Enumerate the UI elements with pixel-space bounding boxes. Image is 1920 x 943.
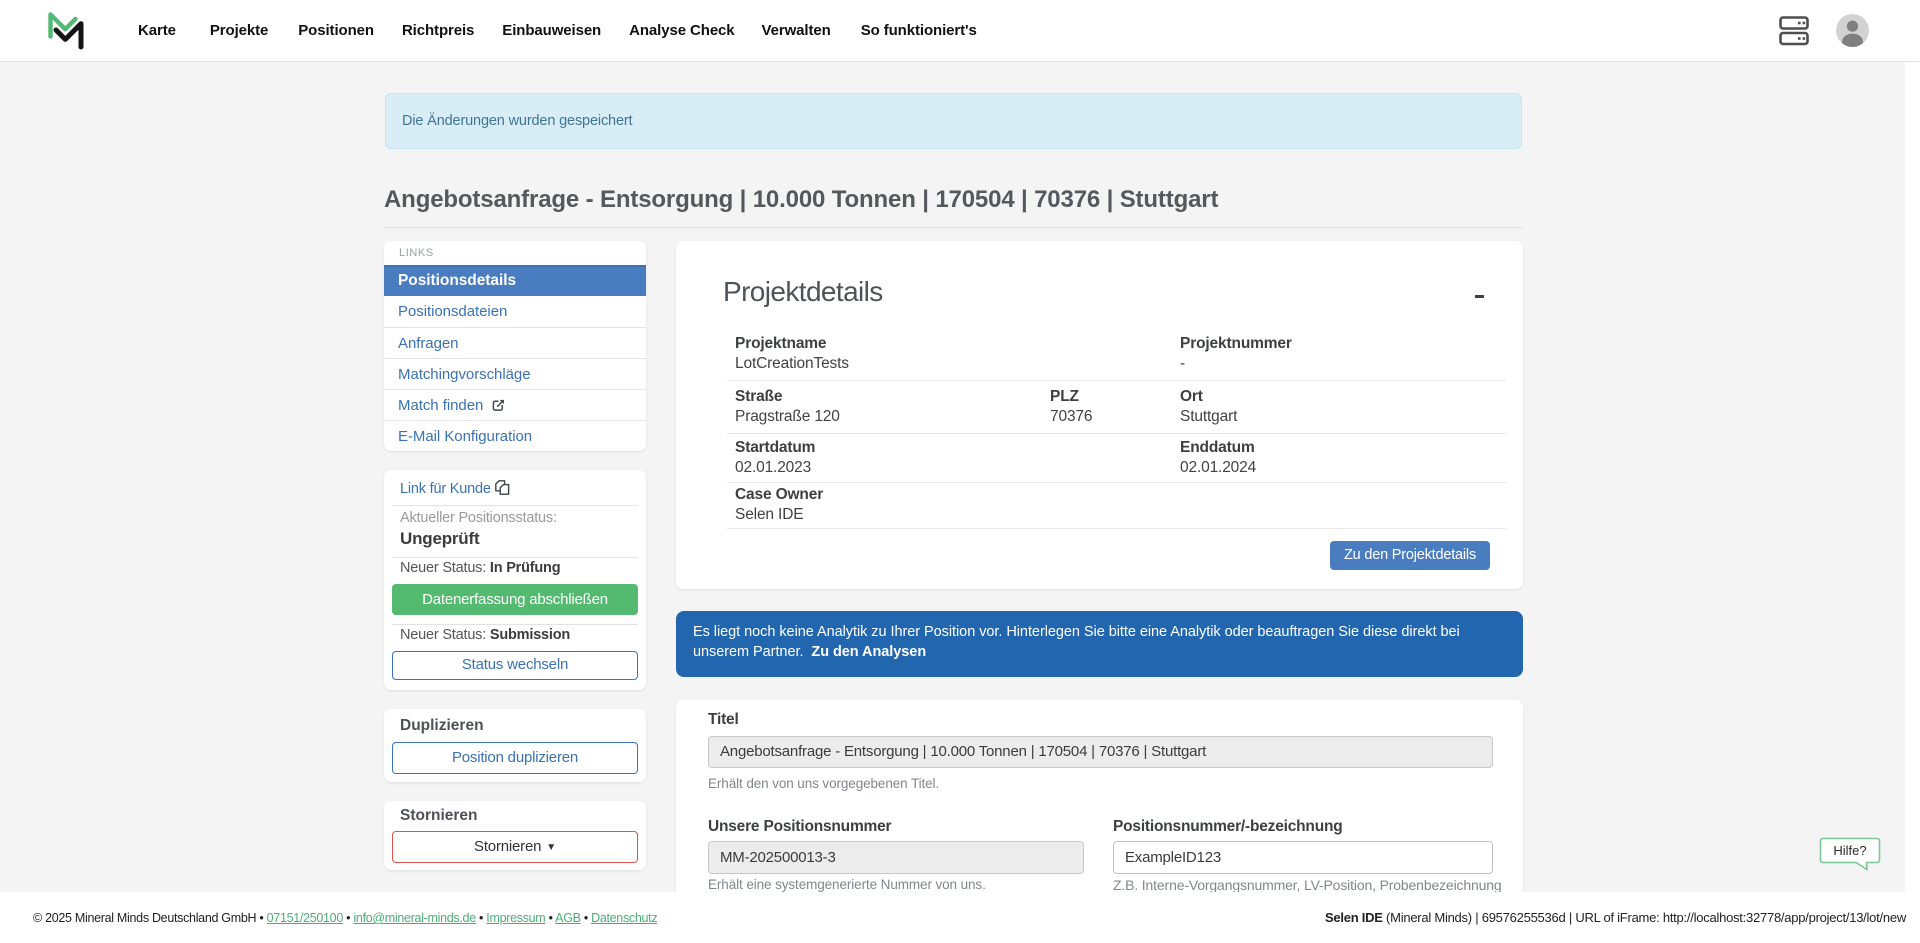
svg-text:Hilfe?: Hilfe? <box>1833 843 1866 858</box>
